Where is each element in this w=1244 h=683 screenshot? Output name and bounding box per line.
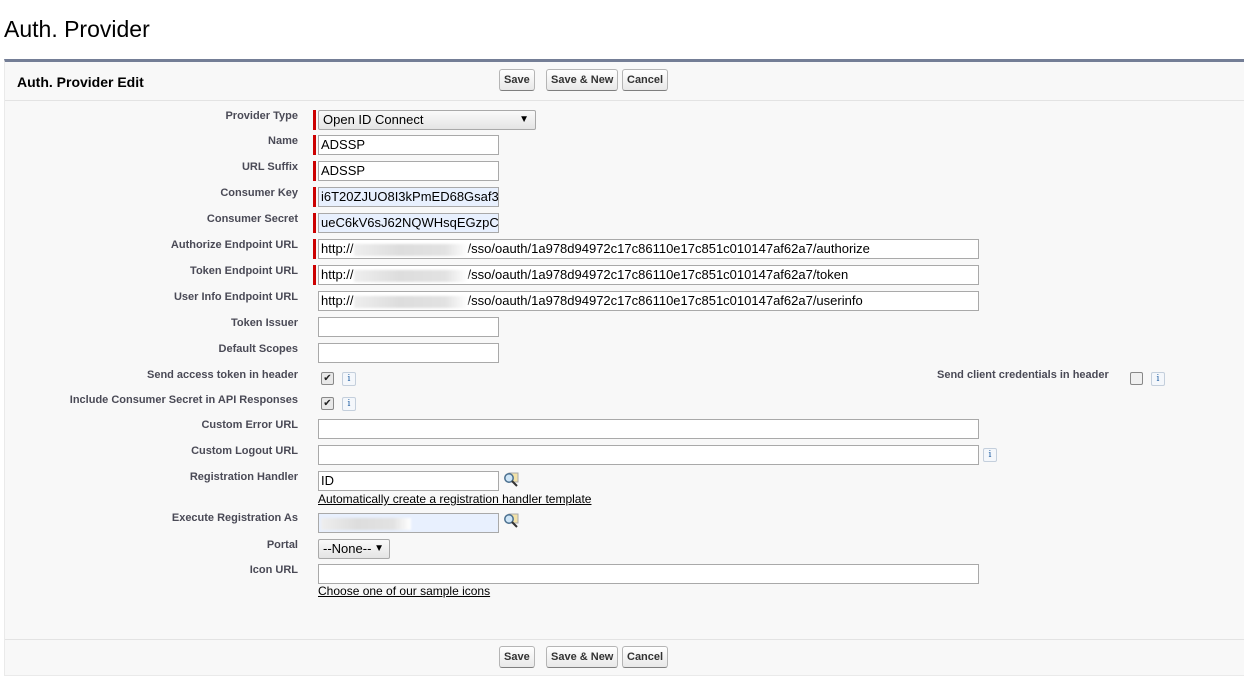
redacted-user: [321, 518, 411, 530]
url-prefix: http://: [321, 293, 354, 308]
provider-type-label: Provider Type: [225, 110, 298, 122]
required-marker: [313, 187, 316, 207]
userinfo-url-input[interactable]: http:// /sso/oauth/1a978d94972c17c86110e1…: [318, 291, 979, 311]
url-suffix-input[interactable]: ADSSP: [318, 161, 499, 181]
include-consumer-secret-label: Include Consumer Secret in API Responses: [70, 394, 298, 406]
name-label: Name: [268, 135, 298, 147]
icon-url-input[interactable]: [318, 564, 979, 584]
info-icon[interactable]: i: [342, 372, 356, 386]
provider-type-value: Open ID Connect: [323, 112, 423, 127]
icon-url-label: Icon URL: [250, 564, 298, 576]
panel-header: Auth. Provider Edit Save Save & New Canc…: [5, 62, 1244, 101]
panel-title: Auth. Provider Edit: [17, 74, 144, 90]
chevron-down-icon: ▼: [374, 540, 384, 558]
lookup-icon[interactable]: [503, 472, 519, 488]
token-issuer-label: Token Issuer: [231, 317, 298, 329]
portal-select[interactable]: --None--▼: [318, 539, 390, 559]
redacted-host: [354, 244, 468, 256]
required-marker: [313, 239, 316, 259]
url-prefix: http://: [321, 267, 354, 282]
custom-error-url-input[interactable]: [318, 419, 979, 439]
url-suffix: /sso/oauth/1a978d94972c17c86110e17c851c0…: [468, 293, 863, 308]
url-suffix: /sso/oauth/1a978d94972c17c86110e17c851c0…: [468, 267, 849, 282]
url-prefix: http://: [321, 241, 354, 256]
send-access-token-checkbox[interactable]: ✔: [321, 372, 334, 385]
cancel-button-bottom[interactable]: Cancel: [622, 646, 668, 668]
consumer-key-input[interactable]: i6T20ZJUO8I3kPmED68Gsaf3: [318, 187, 499, 207]
registration-handler-input[interactable]: ID: [318, 471, 499, 491]
info-icon[interactable]: i: [1151, 372, 1165, 386]
authorize-url-input[interactable]: http:// /sso/oauth/1a978d94972c17c86110e1…: [318, 239, 979, 259]
send-access-token-label: Send access token in header: [147, 369, 298, 381]
default-scopes-input[interactable]: [318, 343, 499, 363]
info-icon[interactable]: i: [983, 448, 997, 462]
send-client-credentials-label: Send client credentials in header: [937, 369, 1109, 381]
name-input[interactable]: ADSSP: [318, 135, 499, 155]
url-suffix: /sso/oauth/1a978d94972c17c86110e17c851c0…: [468, 241, 870, 256]
page-title: Auth. Provider: [4, 16, 150, 43]
redacted-host: [354, 270, 468, 282]
required-marker: [313, 213, 316, 233]
required-marker: [313, 135, 316, 155]
execute-registration-as-label: Execute Registration As: [172, 512, 298, 524]
save-new-button-bottom[interactable]: Save & New: [546, 646, 618, 668]
userinfo-url-label: User Info Endpoint URL: [174, 291, 298, 303]
registration-handler-label: Registration Handler: [190, 471, 298, 483]
token-url-input[interactable]: http:// /sso/oauth/1a978d94972c17c86110e1…: [318, 265, 979, 285]
sample-icons-link[interactable]: Choose one of our sample icons: [318, 584, 490, 598]
panel-footer: Save Save & New Cancel: [5, 639, 1244, 675]
save-new-button[interactable]: Save & New: [546, 69, 618, 91]
info-icon[interactable]: i: [342, 397, 356, 411]
cancel-button[interactable]: Cancel: [622, 69, 668, 91]
save-button[interactable]: Save: [499, 69, 535, 91]
provider-type-select[interactable]: Open ID Connect ▼: [318, 110, 536, 130]
lookup-icon[interactable]: [503, 513, 519, 529]
redacted-host: [354, 296, 468, 308]
custom-logout-url-input[interactable]: [318, 445, 979, 465]
include-consumer-secret-checkbox[interactable]: ✔: [321, 397, 334, 410]
save-button-bottom[interactable]: Save: [499, 646, 535, 668]
token-issuer-input[interactable]: [318, 317, 499, 337]
consumer-key-label: Consumer Key: [220, 187, 298, 199]
send-client-credentials-checkbox[interactable]: [1130, 372, 1143, 385]
default-scopes-label: Default Scopes: [219, 343, 298, 355]
chevron-down-icon: ▼: [519, 111, 529, 129]
required-marker: [313, 265, 316, 285]
custom-logout-url-label: Custom Logout URL: [191, 445, 298, 457]
url-suffix-label: URL Suffix: [242, 161, 298, 173]
consumer-secret-input[interactable]: ueC6kV6sJ62NQWHsqEGzpC: [318, 213, 499, 233]
consumer-secret-label: Consumer Secret: [207, 213, 298, 225]
authorize-url-label: Authorize Endpoint URL: [171, 239, 298, 251]
required-marker: [313, 110, 316, 130]
required-marker: [313, 161, 316, 181]
portal-value: --None--: [323, 541, 371, 556]
portal-label: Portal: [267, 539, 298, 551]
execute-registration-as-input[interactable]: [318, 513, 499, 533]
create-registration-handler-link[interactable]: Automatically create a registration hand…: [318, 492, 591, 506]
token-url-label: Token Endpoint URL: [190, 265, 298, 277]
custom-error-url-label: Custom Error URL: [201, 419, 298, 431]
